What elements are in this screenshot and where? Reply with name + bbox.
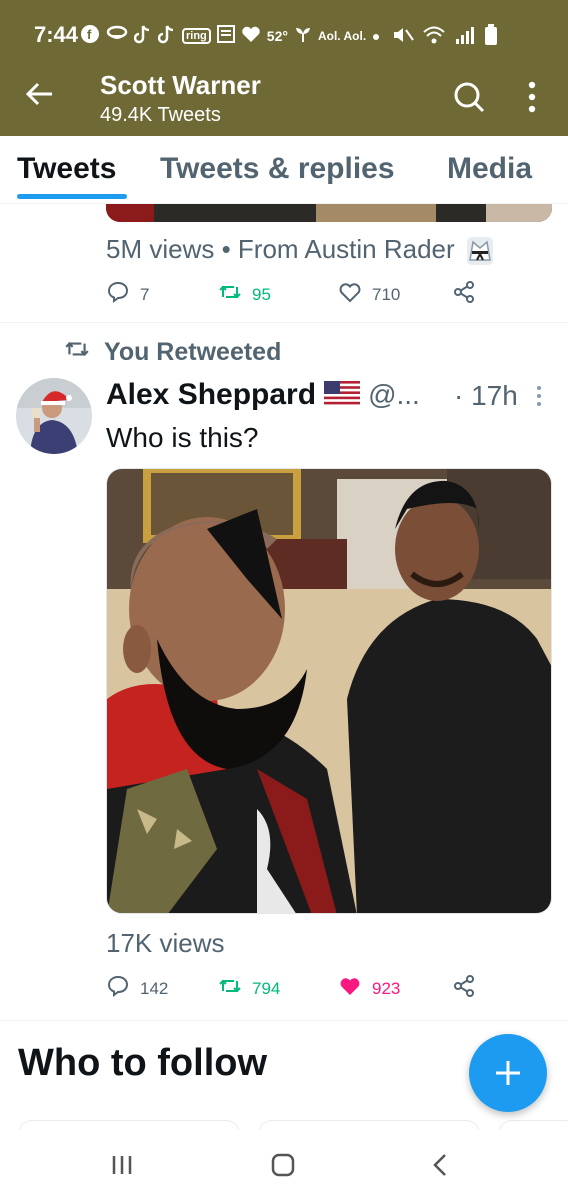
tweet-count: 49.4K Tweets xyxy=(100,104,221,126)
tab-tweets[interactable]: Tweets xyxy=(17,152,116,186)
heart-icon xyxy=(338,974,362,1003)
prev-tweet-actions: 7 95 710 xyxy=(106,280,552,310)
retweet-count: 95 xyxy=(252,284,271,304)
news-icon xyxy=(216,25,235,46)
system-icons xyxy=(392,24,498,51)
tiktok-icon-2 xyxy=(157,24,176,47)
retweet-context: You Retweeted xyxy=(64,336,281,369)
tweet-author[interactable]: Alex Sheppard @... xyxy=(106,378,420,412)
compose-tweet-button[interactable] xyxy=(469,1034,547,1112)
profile-header-bar: 7:44 f ring 52° Aol. Aol. Scott Warner 4… xyxy=(0,0,568,136)
prev-views-text: 5M views • From Austin Rader xyxy=(106,234,455,264)
tweet-more-icon[interactable] xyxy=(534,384,544,408)
dot-icon xyxy=(372,28,380,44)
retweet-button[interactable]: 95 xyxy=(218,280,271,309)
retweet-icon xyxy=(218,974,242,1003)
share-icon xyxy=(452,974,476,1003)
reply-count: 7 xyxy=(140,284,150,304)
reply-button[interactable]: 142 xyxy=(106,974,168,1003)
retweet-icon xyxy=(218,280,242,309)
ring-icon: ring xyxy=(182,27,211,44)
sprout-icon xyxy=(294,25,312,46)
share-button[interactable] xyxy=(452,974,476,1003)
search-icon[interactable] xyxy=(452,80,486,114)
retweet-count: 794 xyxy=(252,978,281,998)
like-button[interactable]: 710 xyxy=(338,280,400,309)
reply-button[interactable]: 7 xyxy=(106,280,149,309)
reply-count: 142 xyxy=(140,978,169,998)
status-bar: 7:44 f ring 52° Aol. Aol. xyxy=(0,0,568,64)
bowl-icon xyxy=(106,24,128,47)
notification-icons: f ring 52° Aol. Aol. xyxy=(80,24,380,47)
tab-tweets-replies[interactable]: Tweets & replies xyxy=(160,152,395,186)
tweet-text: Who is this? xyxy=(106,422,259,453)
weather-temp: 52° xyxy=(266,27,288,44)
system-nav-bar xyxy=(0,1130,568,1200)
svg-text:f: f xyxy=(87,27,92,42)
tweet-media-image[interactable] xyxy=(106,468,552,914)
battery-icon xyxy=(484,24,498,51)
heart-status-icon xyxy=(241,25,261,46)
tweet-views: 17K views xyxy=(106,928,225,958)
like-count: 710 xyxy=(372,284,401,304)
share-icon xyxy=(452,280,476,309)
profile-name: Scott Warner xyxy=(100,70,261,100)
back-arrow-icon[interactable] xyxy=(24,78,56,110)
reply-icon xyxy=(106,974,130,1003)
flag-us-icon xyxy=(324,380,361,410)
aol-label: Aol. Aol. xyxy=(317,28,367,43)
share-button[interactable] xyxy=(452,280,476,309)
heart-icon xyxy=(338,280,362,309)
like-button[interactable]: 923 xyxy=(338,974,400,1003)
retweet-context-label: You Retweeted xyxy=(104,338,282,366)
author-name: Alex Sheppard xyxy=(106,378,317,411)
home-icon[interactable] xyxy=(268,1150,298,1180)
prev-tweet-views: 5M views • From Austin Rader xyxy=(106,234,494,266)
active-tab-indicator xyxy=(17,194,127,199)
recents-icon[interactable] xyxy=(108,1150,138,1180)
retweet-context-icon xyxy=(64,336,90,369)
status-time: 7:44 xyxy=(34,22,79,47)
tiktok-icon xyxy=(133,24,152,47)
reply-icon xyxy=(106,280,130,309)
facebook-icon: f xyxy=(80,24,100,47)
retweet-button[interactable]: 794 xyxy=(218,974,280,1003)
tweet-time: · 17h xyxy=(454,380,518,411)
mute-icon xyxy=(392,25,414,50)
more-vertical-icon[interactable] xyxy=(518,80,546,114)
tweet-divider xyxy=(0,322,568,323)
section-divider xyxy=(0,1020,568,1021)
karate-gi-icon xyxy=(466,236,494,266)
who-to-follow-title: Who to follow xyxy=(18,1042,268,1084)
avatar[interactable] xyxy=(16,378,92,454)
like-count: 923 xyxy=(372,978,401,998)
tweet-actions: 142 794 923 xyxy=(106,974,552,1004)
signal-icon xyxy=(454,25,476,50)
tab-media[interactable]: Media xyxy=(447,152,532,186)
author-handle: @... xyxy=(368,379,420,410)
wifi-icon xyxy=(422,25,446,50)
profile-tabs: Tweets Tweets & replies Media xyxy=(0,136,568,204)
nav-back-icon[interactable] xyxy=(426,1150,456,1180)
prev-tweet-media[interactable] xyxy=(106,204,552,222)
